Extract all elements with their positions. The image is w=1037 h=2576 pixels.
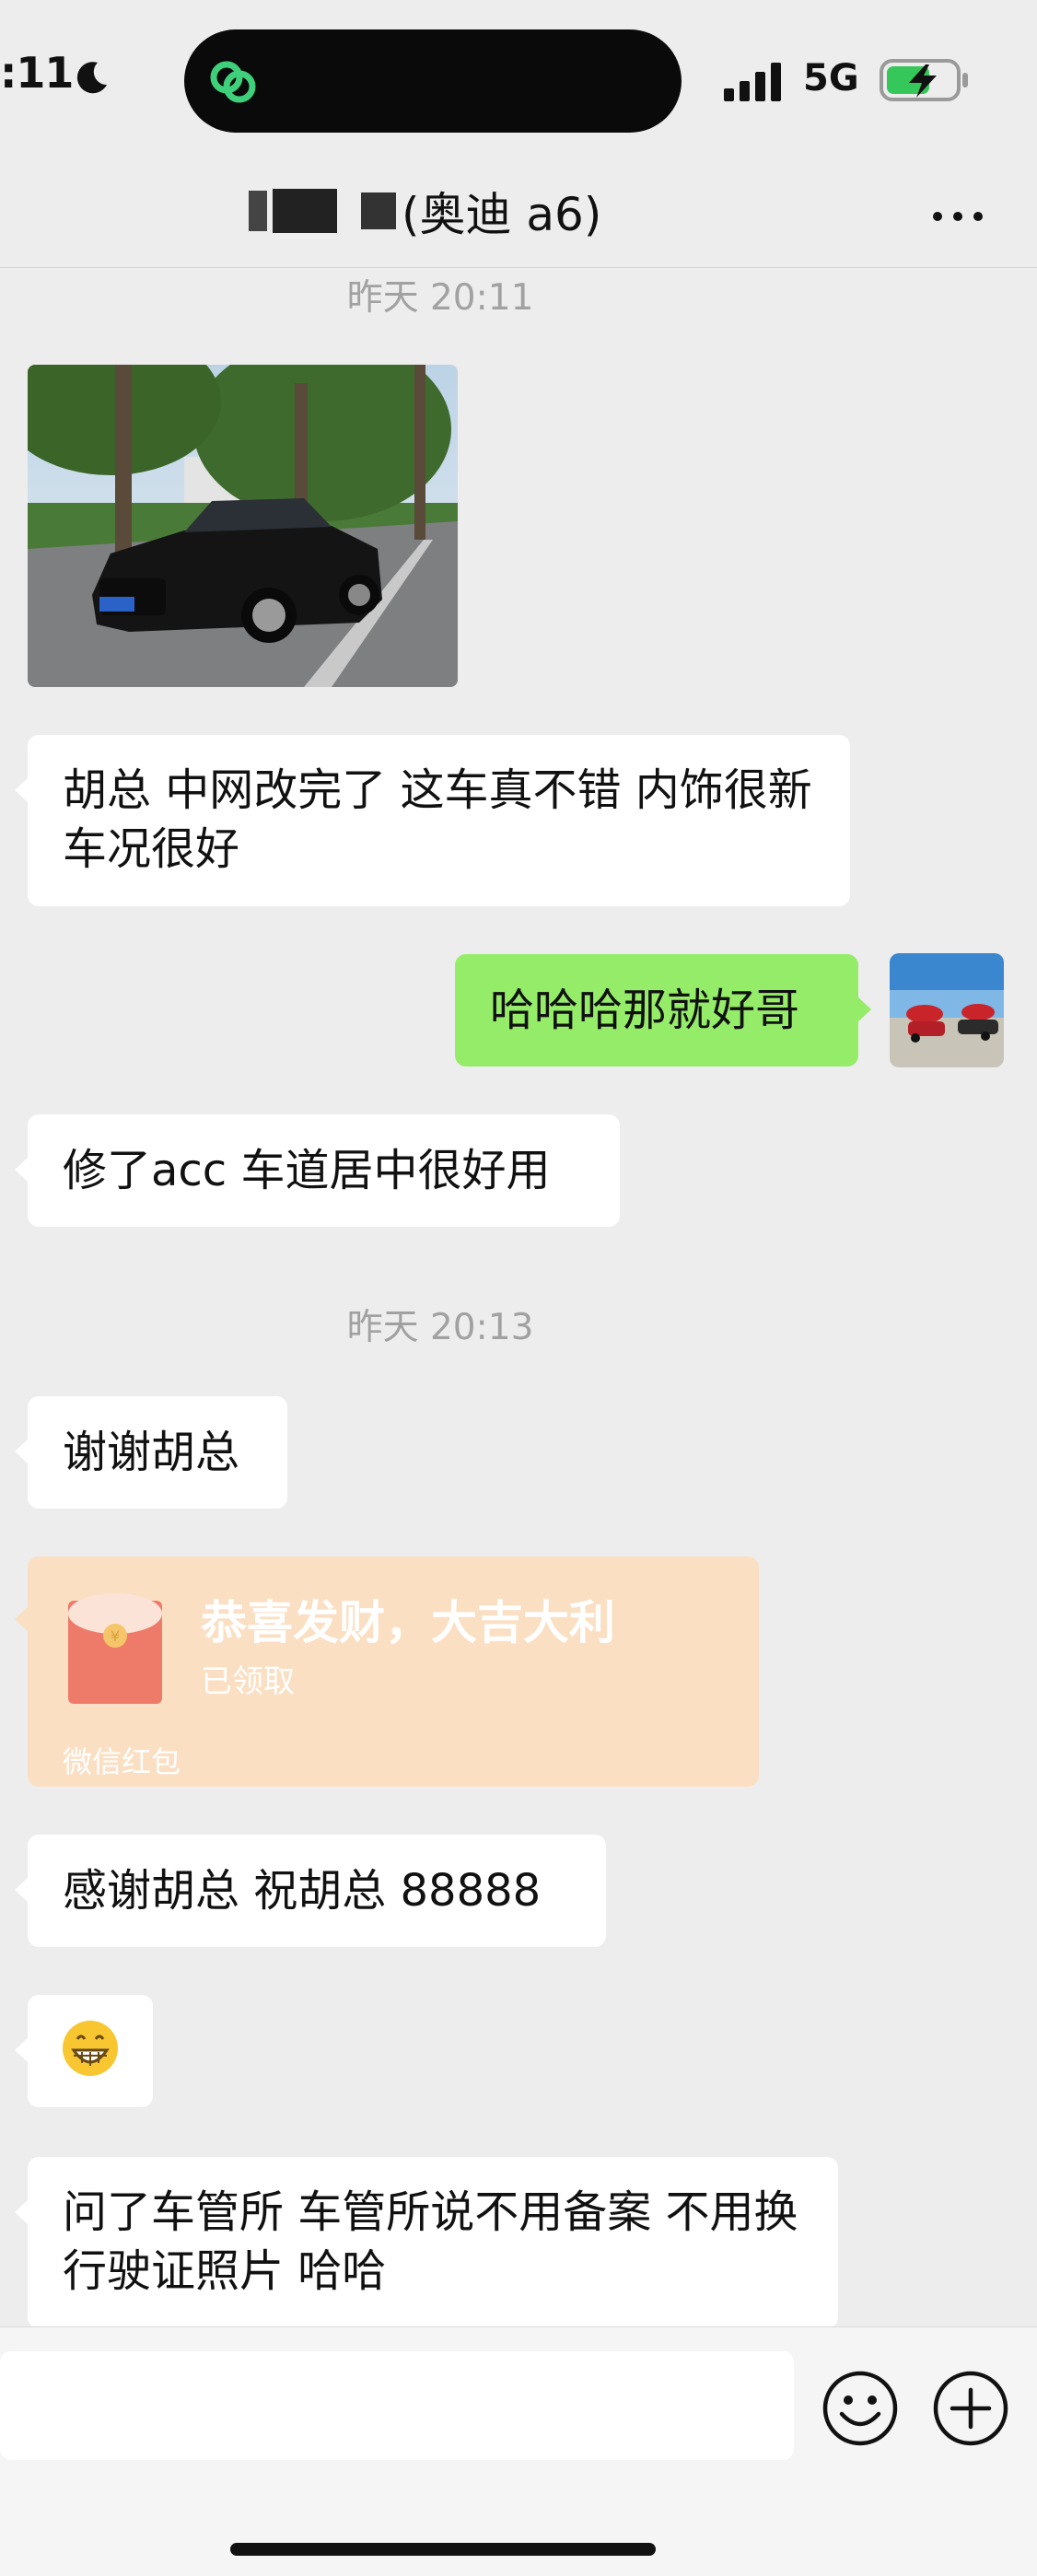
message-input[interactable] [0, 2351, 794, 2460]
red-packet-status: 已领取 [201, 1663, 295, 1700]
car-photo-message[interactable] [28, 365, 458, 687]
battery-charging-icon [880, 59, 968, 101]
status-bar: :11 5G [0, 0, 1037, 147]
moon-icon [76, 62, 107, 94]
received-message[interactable]: 修了acc 车道居中很好用 [15, 1114, 620, 1227]
signal-icon [724, 63, 781, 101]
redacted-name [249, 191, 267, 231]
red-packet-footer: 微信红包 [63, 1744, 181, 1779]
red-packet-icon: ¥ [68, 1593, 162, 1704]
emoji-icon[interactable] [821, 2370, 899, 2447]
sent-message[interactable]: 哈哈哈那就好哥 [455, 954, 871, 1067]
received-message[interactable]: 感谢胡总 祝胡总 88888 [15, 1835, 606, 1947]
message-text: 修了acc 车道居中很好用 [63, 1145, 551, 1196]
message-text: 问了车管所 车管所说不用备案 不用换行驶证照片 哈哈 [63, 2186, 798, 2297]
chat-title[interactable]: (奥迪 a6) [249, 179, 601, 243]
received-message[interactable]: 胡总 中网改完了 这车真不错 内饰很新 车况很好 [15, 735, 850, 906]
grinning-emoji-icon [63, 2021, 118, 2076]
timestamp: 昨天 20:11 [346, 277, 534, 319]
timestamp: 昨天 20:13 [346, 1307, 534, 1348]
red-packet-title: 恭喜发财，大吉大利 [201, 1596, 615, 1649]
chat-title-text: (奥迪 a6) [402, 188, 602, 241]
message-text: 哈哈哈那就好哥 [490, 985, 800, 1036]
redacted-name [361, 192, 396, 229]
received-message[interactable]: 问了车管所 车管所说不用备案 不用换行驶证照片 哈哈 [15, 2157, 838, 2328]
red-packet-message[interactable]: ¥ 恭喜发财，大吉大利 已领取 微信红包 [15, 1556, 759, 1787]
plus-icon[interactable] [932, 2370, 1009, 2447]
message-text: 胡总 中网改完了 这车真不错 内饰很新 车况很好 [63, 764, 812, 875]
avatar-image [890, 953, 1004, 1067]
received-message[interactable]: 谢谢胡总 [15, 1396, 287, 1509]
car-photo [28, 365, 458, 687]
message-text: 谢谢胡总 [63, 1427, 240, 1478]
avatar[interactable] [890, 953, 1004, 1067]
network-label: 5G [803, 57, 859, 99]
message-text: 感谢胡总 祝胡总 88888 [63, 1865, 542, 1917]
chat-header: (奥迪 a6) [0, 157, 1037, 268]
home-indicator[interactable] [230, 2543, 656, 2556]
more-icon[interactable] [930, 203, 985, 230]
status-time: :11 [0, 48, 74, 98]
input-bar [0, 2326, 1037, 2576]
dynamic-island [184, 29, 682, 133]
redacted-name [273, 189, 337, 233]
received-message[interactable] [15, 1995, 153, 2107]
link-icon [210, 61, 256, 103]
svg-text:¥: ¥ [111, 1627, 120, 1645]
